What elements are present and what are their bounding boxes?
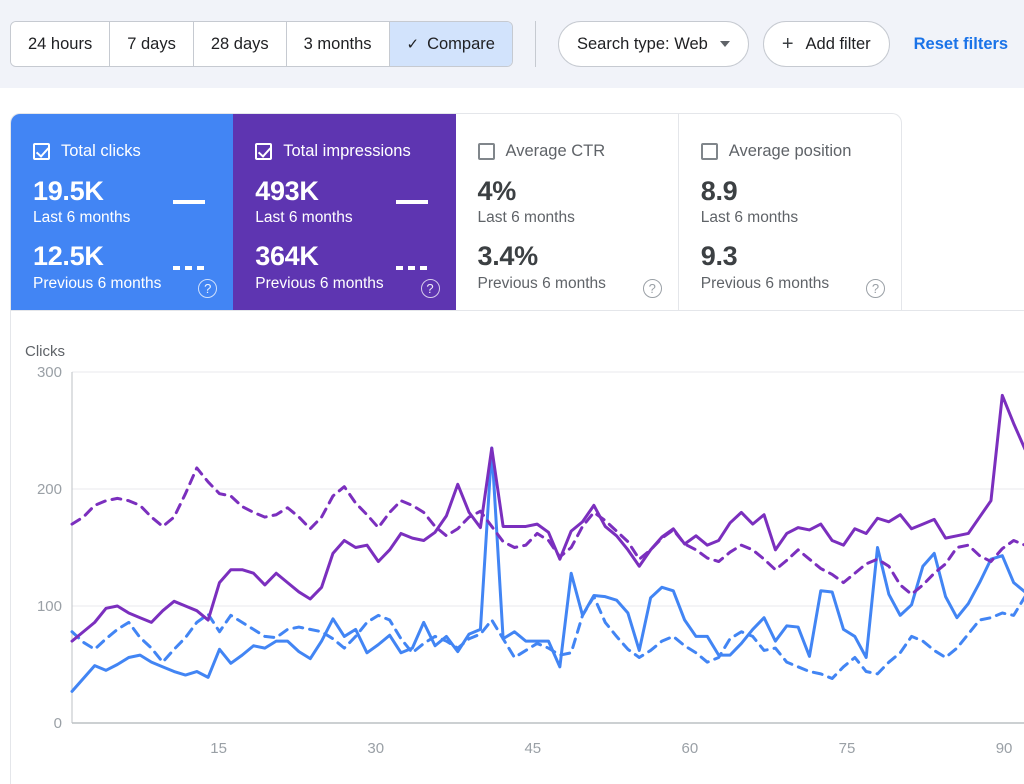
previous-period-label: Previous 6 months xyxy=(255,274,384,292)
y-axis-tick-label: 300 xyxy=(37,364,62,381)
previous-value: 3.4% xyxy=(477,241,539,272)
x-axis-tick-label: 15 xyxy=(210,740,227,757)
card-title: Total impressions xyxy=(283,142,411,160)
add-filter-button[interactable]: + Add filter xyxy=(762,21,890,67)
metric-card-total-clicks[interactable]: Total clicks 19.5K Last 6 months 12.5K P… xyxy=(11,114,234,310)
previous-metric-row: 12.5K Previous 6 months xyxy=(33,242,211,292)
card-header: Average CTR xyxy=(477,142,656,161)
checkbox-average-ctr[interactable] xyxy=(477,143,495,160)
current-period-label: Last 6 months xyxy=(255,209,353,227)
compare-label: Compare xyxy=(427,34,495,53)
previous-period-label: Previous 6 months xyxy=(33,274,162,292)
chevron-down-icon xyxy=(719,41,730,47)
help-icon[interactable]: ? xyxy=(642,279,662,298)
card-header: Average position xyxy=(700,142,879,161)
current-metric-row: 8.9 Last 6 months xyxy=(701,177,879,227)
card-title: Total clicks xyxy=(61,142,141,160)
checkbox-average-position[interactable] xyxy=(700,143,718,160)
help-icon[interactable]: ? xyxy=(420,279,440,298)
performance-line-chart[interactable]: 0 100 200 300 15 30 45 60 75 90 xyxy=(11,311,1024,784)
previous-period-label: Previous 6 months xyxy=(700,274,830,292)
y-axis-tick-label: 0 xyxy=(54,715,62,732)
checkmark-icon: ✓ xyxy=(406,35,420,53)
previous-value: 9.3 xyxy=(700,241,738,272)
previous-metric-row: 3.4% Previous 6 months xyxy=(478,242,656,292)
x-axis-tick-label: 30 xyxy=(367,740,384,757)
checkbox-total-clicks[interactable] xyxy=(33,143,50,160)
previous-metric-row: 9.3 Previous 6 months xyxy=(701,242,879,292)
current-value: 4% xyxy=(477,176,517,206)
metric-card-average-position[interactable]: Average position 8.9 Last 6 months 9.3 P… xyxy=(679,114,901,310)
dashed-line-indicator-icon xyxy=(395,265,428,270)
help-icon[interactable]: ? xyxy=(866,279,885,298)
solid-line-indicator-icon xyxy=(395,200,428,205)
current-period-label: Last 6 months xyxy=(477,209,575,227)
range-button-28-days[interactable]: 28 days xyxy=(193,22,287,66)
x-axis-tick-label: 90 xyxy=(996,740,1013,757)
previous-value: 12.5K xyxy=(33,241,104,272)
performance-chart-panel: Clicks 0 100 200 300 15 30 45 60 75 90 xyxy=(10,310,1024,784)
x-axis-tick-label: 45 xyxy=(524,740,541,757)
dashed-line-indicator-icon xyxy=(173,265,206,270)
checkbox-total-impressions[interactable] xyxy=(255,143,273,160)
metric-card-total-impressions[interactable]: Total impressions 493K Last 6 months 364… xyxy=(233,114,456,310)
plus-icon: + xyxy=(781,33,794,55)
card-title: Average position xyxy=(728,142,852,160)
chart-series-line xyxy=(70,393,1024,643)
search-type-label: Search type: Web xyxy=(576,34,708,53)
current-metric-row: 493K Last 6 months xyxy=(255,177,433,227)
compare-button[interactable]: ✓ Compare xyxy=(389,22,512,66)
card-header: Total impressions xyxy=(255,142,433,161)
metric-card-average-ctr[interactable]: Average CTR 4% Last 6 months 3.4% Previo… xyxy=(456,114,679,310)
range-label: 3 months xyxy=(303,34,372,53)
filter-toolbar: 24 hours 7 days 28 days 3 months ✓ Compa… xyxy=(0,0,1024,88)
range-button-24-hours[interactable]: 24 hours xyxy=(11,22,111,66)
current-value: 8.9 xyxy=(700,176,738,206)
current-period-label: Last 6 months xyxy=(700,209,799,227)
current-metric-row: 19.5K Last 6 months xyxy=(33,177,211,227)
previous-period-label: Previous 6 months xyxy=(477,274,606,292)
metric-cards-row: Total clicks 19.5K Last 6 months 12.5K P… xyxy=(10,113,902,310)
card-header: Total clicks xyxy=(33,142,211,161)
y-axis-tick-label: 100 xyxy=(37,598,62,615)
current-period-label: Last 6 months xyxy=(33,209,131,227)
reset-filters-link[interactable]: Reset filters xyxy=(914,35,1008,54)
y-axis-tick-label: 200 xyxy=(37,481,62,498)
add-filter-label: Add filter xyxy=(805,34,871,53)
search-performance-page: 24 hours 7 days 28 days 3 months ✓ Compa… xyxy=(0,0,1024,784)
current-metric-row: 4% Last 6 months xyxy=(478,177,656,227)
chart-series-line xyxy=(70,446,1024,693)
solid-line-indicator-icon xyxy=(173,200,206,205)
toolbar-divider xyxy=(534,21,536,67)
previous-metric-row: 364K Previous 6 months xyxy=(255,242,433,292)
help-icon[interactable]: ? xyxy=(198,279,218,298)
chart-series-line xyxy=(70,595,1024,681)
previous-value: 364K xyxy=(255,241,319,272)
range-label: 24 hours xyxy=(28,34,93,53)
range-label: 7 days xyxy=(127,34,176,53)
date-range-segmented-control: 24 hours 7 days 28 days 3 months ✓ Compa… xyxy=(10,21,513,67)
current-value: 493K xyxy=(255,176,319,206)
range-button-7-days[interactable]: 7 days xyxy=(110,22,194,66)
search-type-dropdown[interactable]: Search type: Web xyxy=(557,21,749,67)
card-title: Average CTR xyxy=(505,142,606,160)
x-axis-tick-label: 75 xyxy=(839,740,856,757)
range-button-3-months[interactable]: 3 months xyxy=(286,22,390,66)
x-axis-tick-label: 60 xyxy=(682,740,699,757)
current-value: 19.5K xyxy=(33,176,104,206)
range-label: 28 days xyxy=(210,34,269,53)
